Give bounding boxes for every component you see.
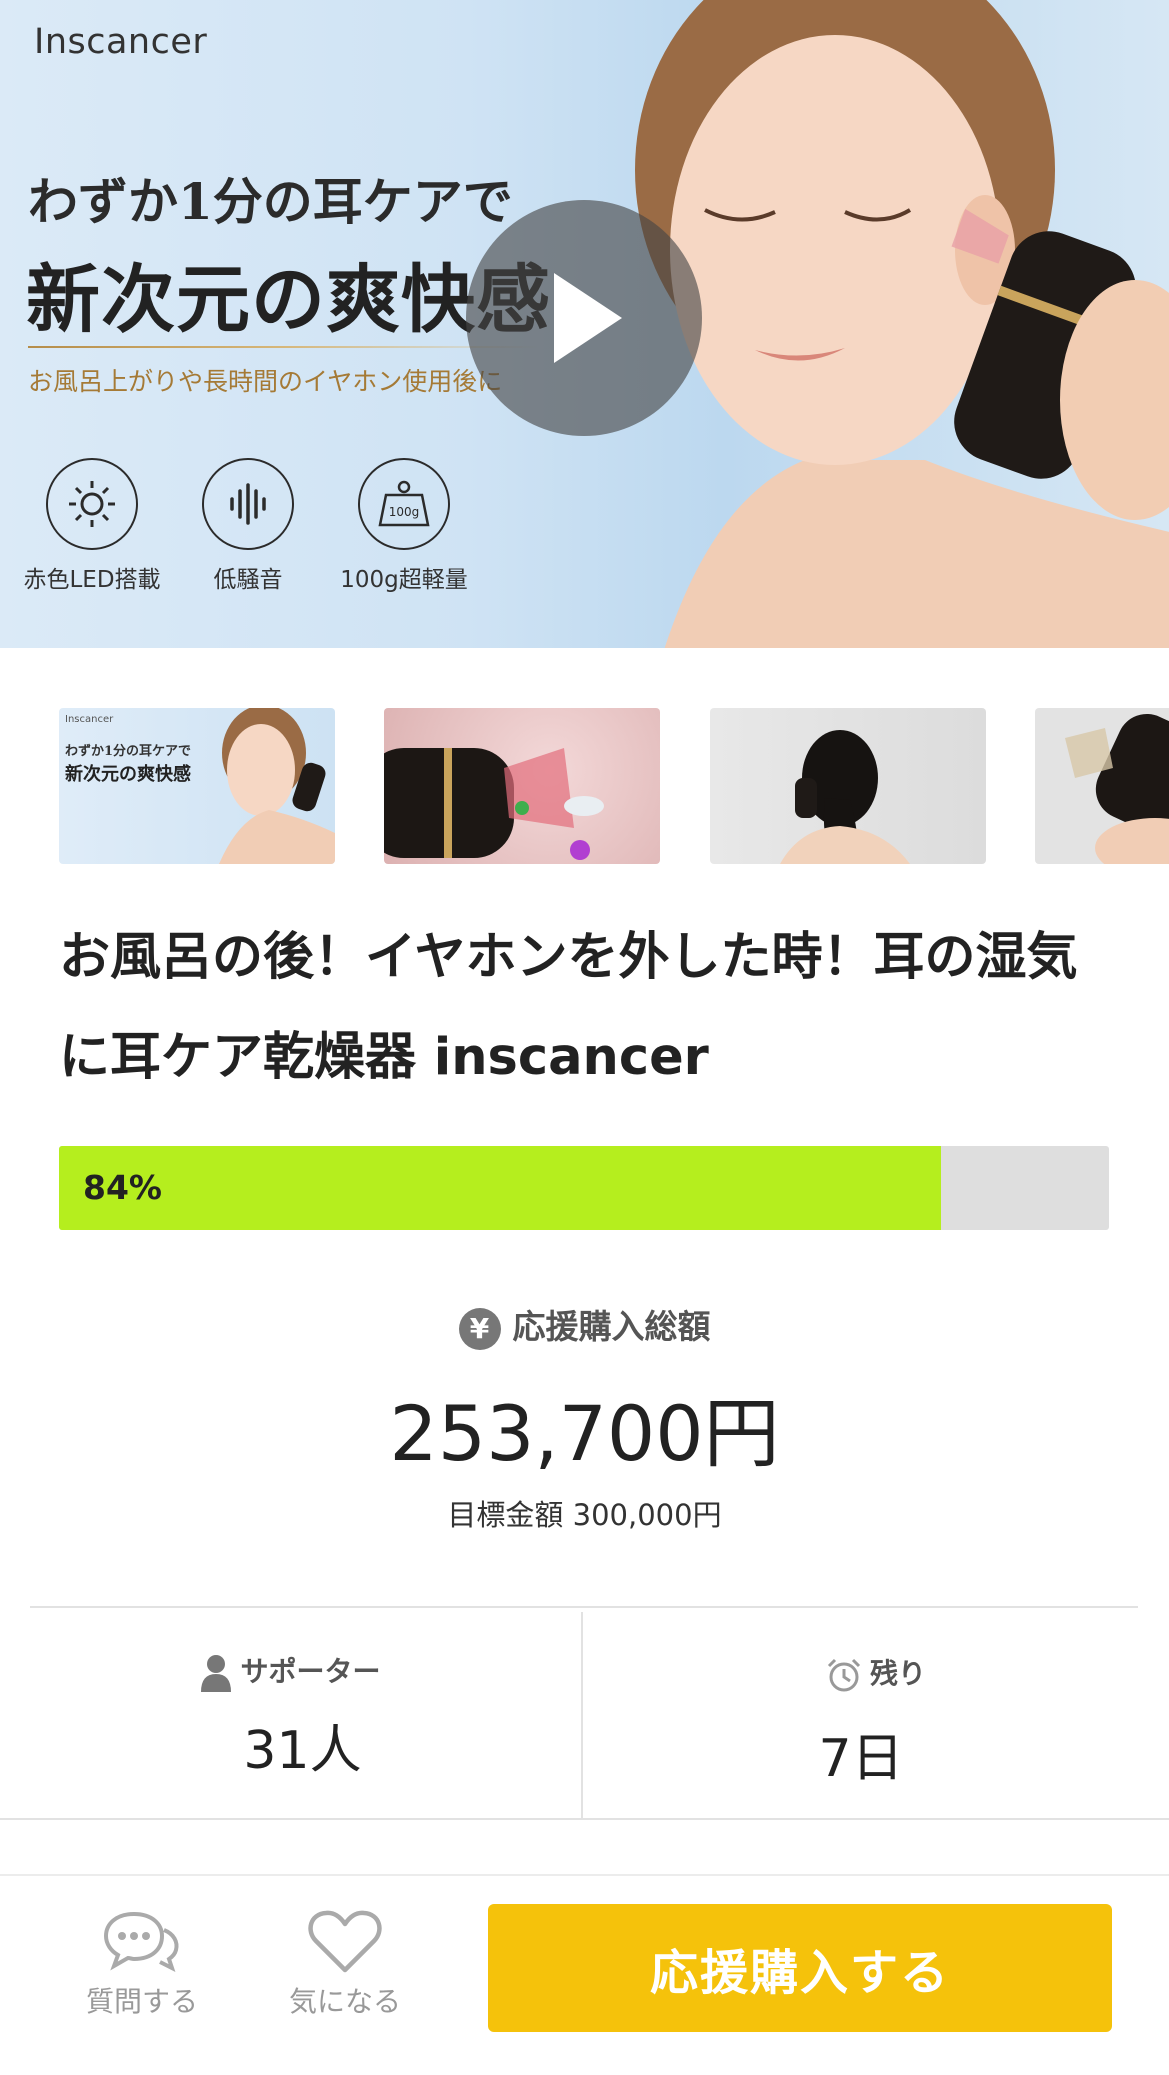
yen-icon: ¥	[458, 1307, 501, 1350]
feature-led: 赤色LED搭載	[12, 458, 172, 594]
feature-lightweight-label: 100g超軽量	[340, 567, 468, 593]
thumbnail-3[interactable]	[710, 708, 986, 864]
hero-banner[interactable]: Inscancer わずか1分の耳ケアで 新次元の爽快感 お風呂上がりや長時間の…	[0, 0, 1169, 648]
remaining-days: 7日	[818, 1729, 904, 1789]
supporters-label: サポーター	[240, 1655, 381, 1688]
thumbnail-1-brand: Inscancer	[65, 714, 114, 725]
thumbnail-2-image	[384, 748, 604, 860]
remaining-label: 残り	[869, 1657, 926, 1690]
progress-fill	[59, 1146, 941, 1230]
led-icon	[46, 458, 138, 550]
hero-headline-line1: わずか1分の耳ケアで	[28, 172, 513, 231]
feature-led-label: 赤色LED搭載	[23, 567, 161, 593]
play-video-button[interactable]	[466, 200, 702, 436]
funding-progress-bar: 84%	[59, 1146, 1109, 1230]
thumbnail-carousel[interactable]: Inscancer わずか1分の耳ケアで 新次元の爽快感	[0, 708, 1169, 864]
play-icon	[554, 273, 622, 363]
funding-target: 目標金額 300,000円	[447, 1498, 722, 1532]
stats-top-divider	[30, 1606, 1138, 1608]
weight-icon: 100g	[358, 458, 450, 550]
progress-percent: 84%	[83, 1168, 162, 1207]
heart-icon	[308, 1910, 382, 1973]
chat-bubble-icon	[103, 1911, 179, 1972]
thumbnail-2[interactable]	[384, 708, 660, 864]
funding-total-label-row: ¥ 応援購入総額	[0, 1300, 1169, 1350]
funding-total-label: 応援購入総額	[512, 1307, 711, 1346]
thumbnail-4[interactable]	[1035, 708, 1169, 864]
supporters-label-row: サポーター	[0, 1650, 581, 1692]
question-button[interactable]: 質問する	[82, 1908, 202, 2021]
feature-low-noise: 低騒音	[168, 458, 328, 594]
thumbnail-1[interactable]: Inscancer わずか1分の耳ケアで 新次元の爽快感	[59, 708, 335, 864]
hero-divider	[28, 346, 538, 348]
svg-text:100g: 100g	[389, 505, 420, 519]
support-purchase-button[interactable]: 応援購入する	[488, 1904, 1112, 2032]
supporters-count: 31人	[243, 1721, 362, 1781]
thumbnail-1-line2: 新次元の爽快感	[65, 764, 191, 785]
stats-bottom-divider	[0, 1818, 1169, 1820]
thumbnail-1-line1: わずか1分の耳ケアで	[65, 744, 192, 759]
remaining-label-row: 残り	[583, 1652, 1169, 1693]
project-title: お風呂の後！イヤホンを外した時！耳の湿気に耳ケア乾燥器 inscancer	[59, 928, 1078, 1087]
thumbnail-4-image	[1065, 714, 1169, 864]
funding-total-amount: 253,700円	[389, 1389, 780, 1478]
favorite-label: 気になる	[288, 1985, 401, 2018]
thumbnail-1-image	[219, 708, 335, 864]
sound-wave-icon	[202, 458, 294, 550]
person-icon	[201, 1655, 232, 1692]
feature-low-noise-label: 低騒音	[213, 567, 283, 593]
favorite-button[interactable]: 気になる	[280, 1908, 410, 2021]
question-label: 質問する	[85, 1985, 198, 2018]
hero-subheadline: お風呂上がりや長時間のイヤホン使用後に	[28, 367, 503, 396]
thumbnail-3-image	[780, 730, 910, 864]
brand-logo: Inscancer	[34, 22, 208, 62]
feature-lightweight: 100g 100g超軽量	[324, 458, 484, 594]
clock-icon	[827, 1658, 861, 1692]
